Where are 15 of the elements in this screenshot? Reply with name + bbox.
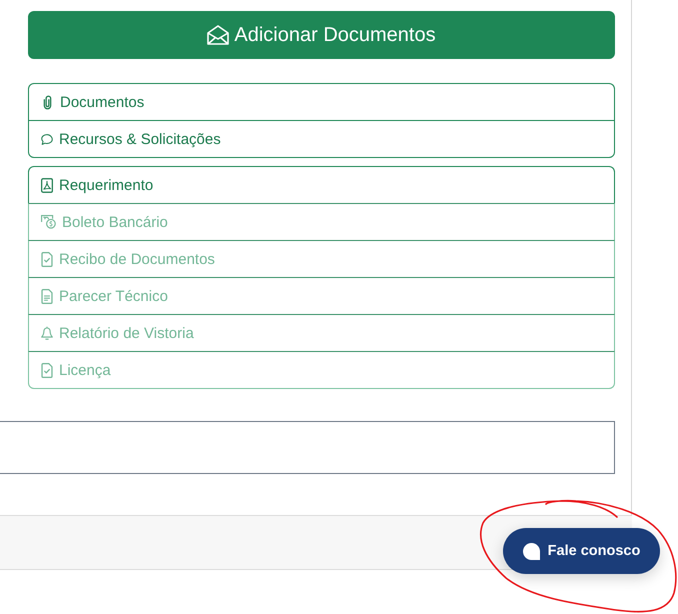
- cash-coin-icon: [41, 215, 56, 229]
- menu-item[interactable]: Recursos & Solicitações: [28, 120, 615, 158]
- file-check-icon: [41, 362, 53, 378]
- menu-item[interactable]: Documentos: [28, 83, 615, 120]
- bell-icon: [41, 326, 53, 340]
- menu-item[interactable]: Requerimento: [28, 166, 615, 203]
- file-text-icon: [41, 288, 53, 304]
- add-documents-button[interactable]: Adicionar Documentos: [28, 11, 615, 59]
- file-check-icon: [41, 252, 53, 266]
- paperclip-icon: [43, 94, 52, 110]
- open-envelope-icon: [207, 25, 230, 45]
- chat-button[interactable]: Fale conosco: [503, 528, 660, 574]
- pdf-file-icon: [41, 178, 53, 192]
- chat-bubble-icon: [522, 542, 540, 560]
- speech-bubble-icon: [41, 132, 53, 146]
